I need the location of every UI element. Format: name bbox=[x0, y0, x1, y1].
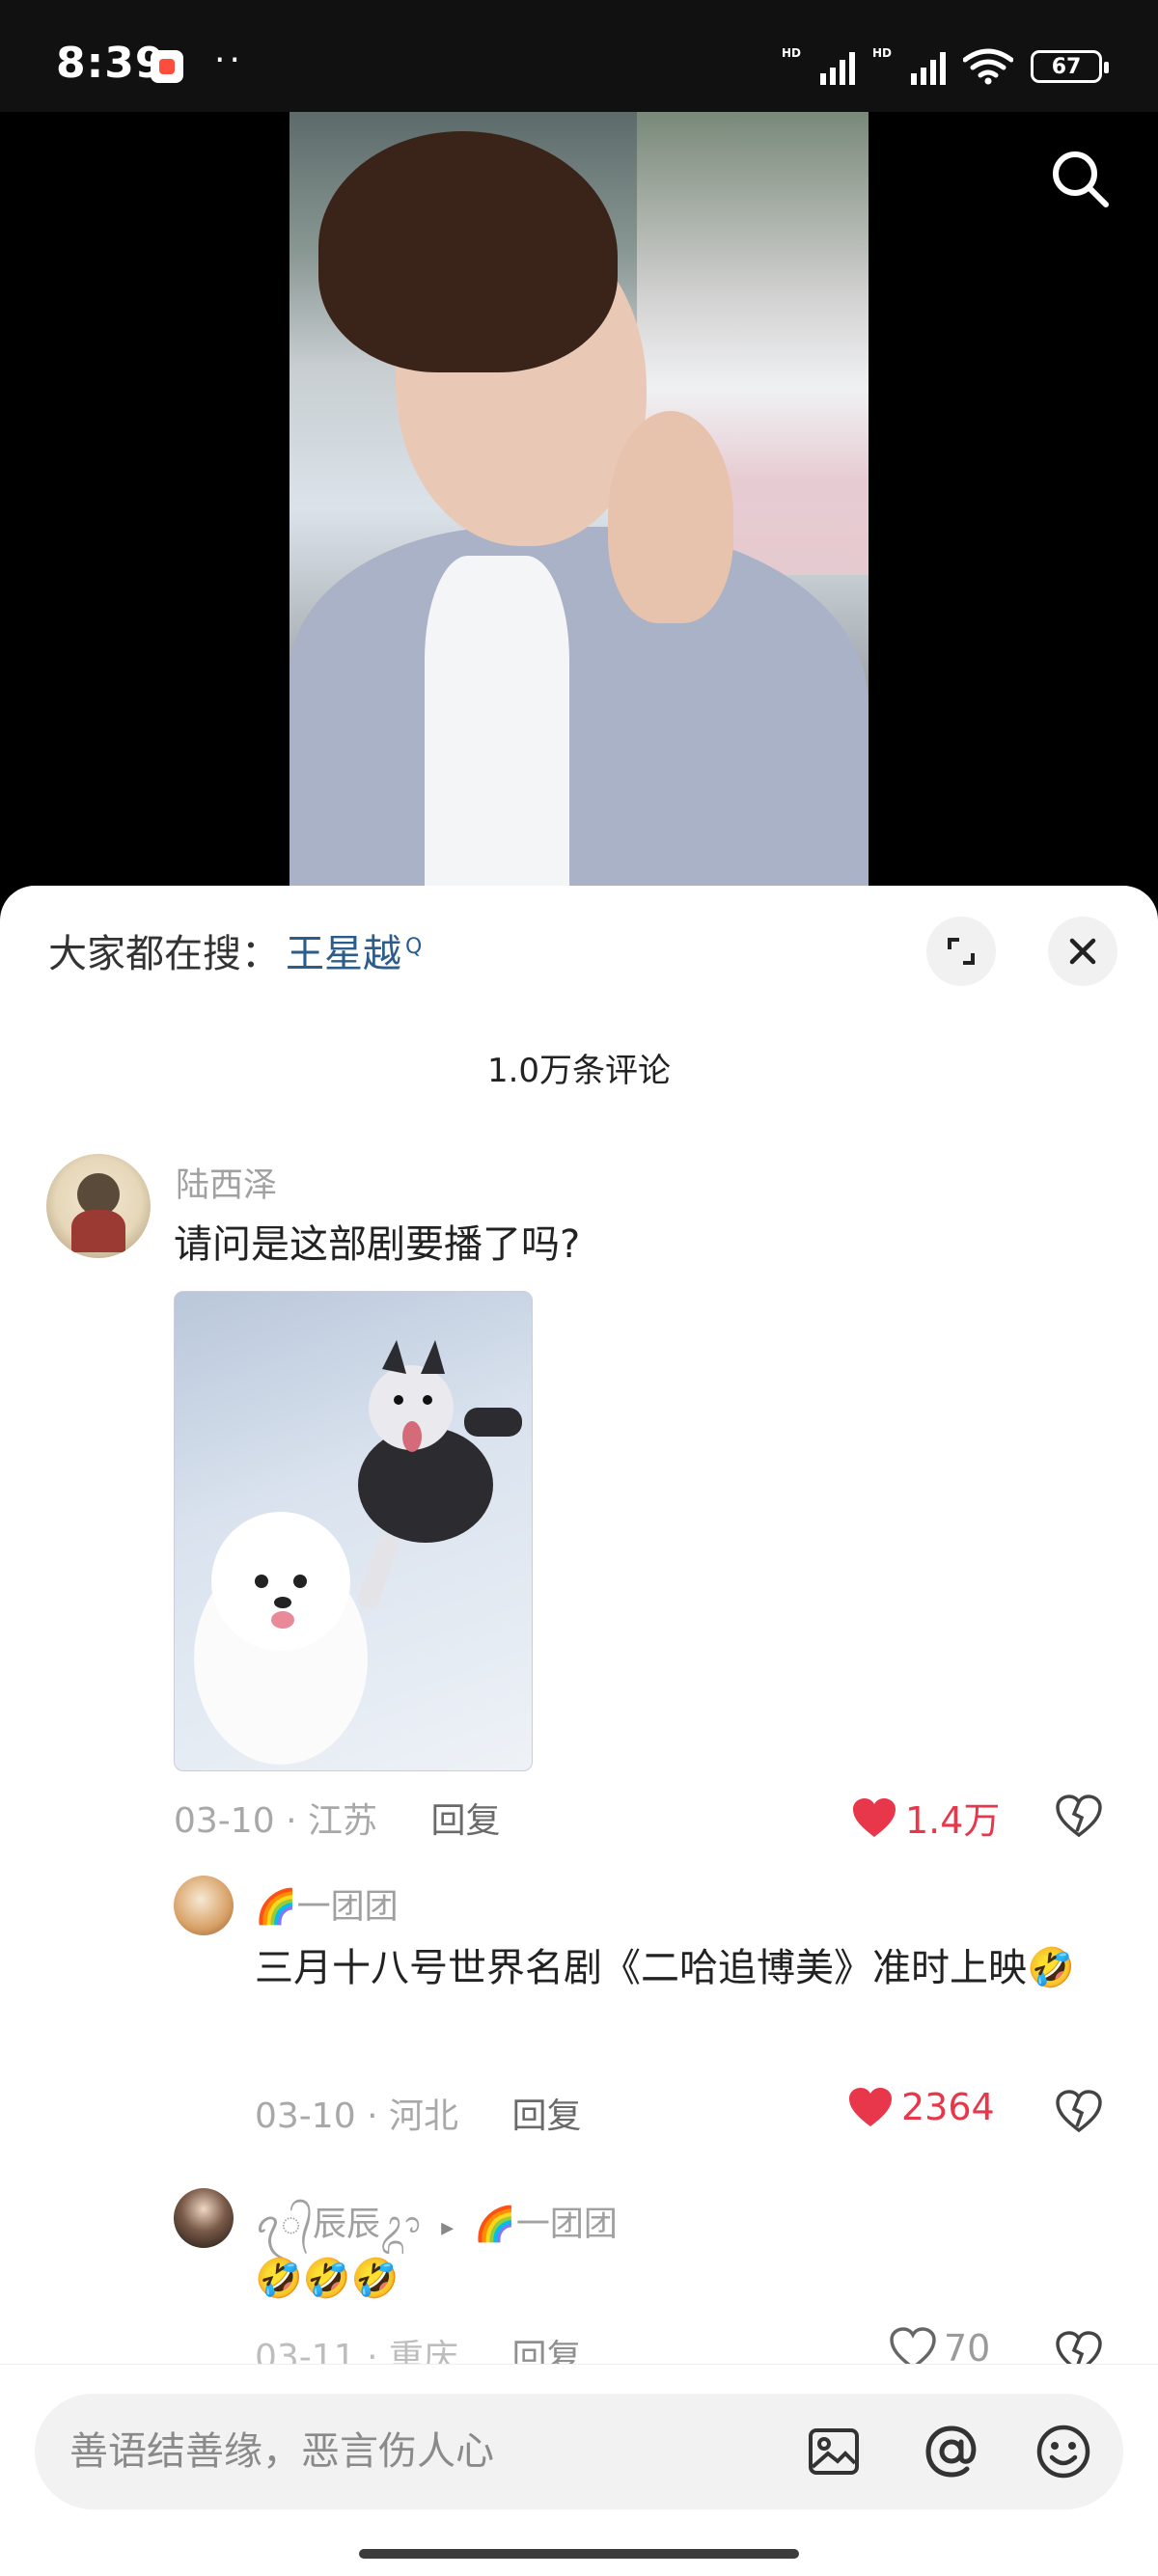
hand-shape bbox=[608, 411, 733, 623]
comment-text: 请问是这部剧要播了吗? bbox=[174, 1222, 581, 1267]
like-button[interactable]: 2364 bbox=[847, 2086, 995, 2128]
reply-button[interactable]: 回复 bbox=[511, 2096, 581, 2136]
app-notification-icon bbox=[151, 50, 183, 83]
video-player[interactable] bbox=[0, 112, 1158, 903]
reply-location: 河北 bbox=[388, 2096, 458, 2136]
wifi-icon bbox=[963, 48, 1013, 85]
home-indicator[interactable] bbox=[359, 2549, 799, 2559]
reply-to-username[interactable]: 🌈一团团 bbox=[474, 2206, 618, 2244]
expand-button[interactable] bbox=[926, 917, 996, 986]
comment-sheet: 大家都在搜： 王星越 Q 1.0万条评论 陆西泽 请问是这部剧要播了吗? 03-… bbox=[0, 886, 1158, 2576]
avatar[interactable] bbox=[174, 2188, 234, 2248]
like-count: 2364 bbox=[901, 2086, 995, 2128]
reply-text: 🤣🤣🤣 bbox=[255, 2257, 400, 2301]
meta-separator: · bbox=[367, 2096, 378, 2136]
comment-input[interactable] bbox=[69, 2394, 745, 2509]
comment-date: 03-10 bbox=[174, 1801, 275, 1841]
reply-to-arrow: ▸ bbox=[441, 2213, 455, 2242]
mention-icon[interactable] bbox=[921, 2421, 982, 2482]
like-count: 1.4万 bbox=[905, 1799, 1001, 1842]
status-time: 8:39 bbox=[56, 39, 166, 88]
search-icon[interactable] bbox=[1042, 141, 1119, 218]
tshirt-shape bbox=[425, 556, 569, 903]
avatar[interactable] bbox=[174, 1876, 234, 1935]
hot-search-keyword[interactable]: 王星越 bbox=[286, 932, 401, 976]
comment-location: 江苏 bbox=[307, 1801, 377, 1841]
hot-search-bar[interactable]: 大家都在搜： 王星越 Q bbox=[48, 922, 422, 978]
close-button[interactable] bbox=[1048, 917, 1117, 986]
close-icon bbox=[1069, 938, 1096, 965]
status-right: HD HD 67 bbox=[781, 46, 1109, 85]
comment-image[interactable] bbox=[174, 1291, 533, 1771]
battery-icon: 67 bbox=[1031, 50, 1109, 83]
avatar[interactable] bbox=[46, 1154, 151, 1258]
signal-icon-2 bbox=[911, 48, 946, 85]
comment-input-bar bbox=[0, 2364, 1158, 2528]
like-button[interactable]: 1.4万 bbox=[851, 1791, 1000, 1844]
jacket-shape bbox=[290, 527, 868, 903]
reply-username[interactable]: 🌈一团团 bbox=[255, 1879, 399, 1929]
signal-icon-1 bbox=[819, 48, 855, 85]
emoji-icon[interactable] bbox=[1033, 2421, 1094, 2482]
reply-username[interactable]: ꪖ᭄辰辰ᬊ bbox=[255, 2206, 421, 2244]
heart-filled-icon bbox=[849, 2088, 892, 2126]
reply-button[interactable]: 回复 bbox=[430, 1801, 500, 1841]
reply-date: 03-10 bbox=[255, 2096, 356, 2136]
hot-search-prefix: 大家都在搜： bbox=[48, 932, 280, 976]
dislike-icon[interactable] bbox=[1054, 2086, 1104, 2136]
status-bar: 8:39 ·· HD HD 67 bbox=[0, 0, 1158, 112]
hair-shape bbox=[318, 131, 618, 372]
meta-separator: · bbox=[286, 1801, 297, 1841]
expand-icon bbox=[948, 938, 975, 965]
hd-label-2: HD bbox=[871, 46, 892, 60]
reply-text: 三月十八号世界名剧《二哈追博美》准时上映🤣 bbox=[255, 1946, 1075, 1990]
dogs-illustration bbox=[194, 1340, 522, 1765]
hot-search-mark: Q bbox=[405, 935, 423, 959]
image-icon[interactable] bbox=[803, 2421, 865, 2482]
battery-level: 67 bbox=[1051, 54, 1082, 79]
reply-meta: 03-10 · 河北 回复 bbox=[255, 2088, 581, 2138]
comment-username[interactable]: 陆西泽 bbox=[176, 1158, 277, 1207]
comment-count: 1.0万条评论 bbox=[486, 1052, 672, 1090]
more-notifications-dots: ·· bbox=[214, 41, 244, 80]
comment-meta: 03-10 · 江苏 回复 bbox=[174, 1793, 500, 1843]
heart-filled-icon bbox=[853, 1797, 896, 1837]
dislike-icon[interactable] bbox=[1054, 1791, 1104, 1841]
video-frame-image bbox=[290, 112, 868, 903]
hd-label-1: HD bbox=[781, 46, 801, 60]
comment-input-pill[interactable] bbox=[35, 2394, 1123, 2509]
